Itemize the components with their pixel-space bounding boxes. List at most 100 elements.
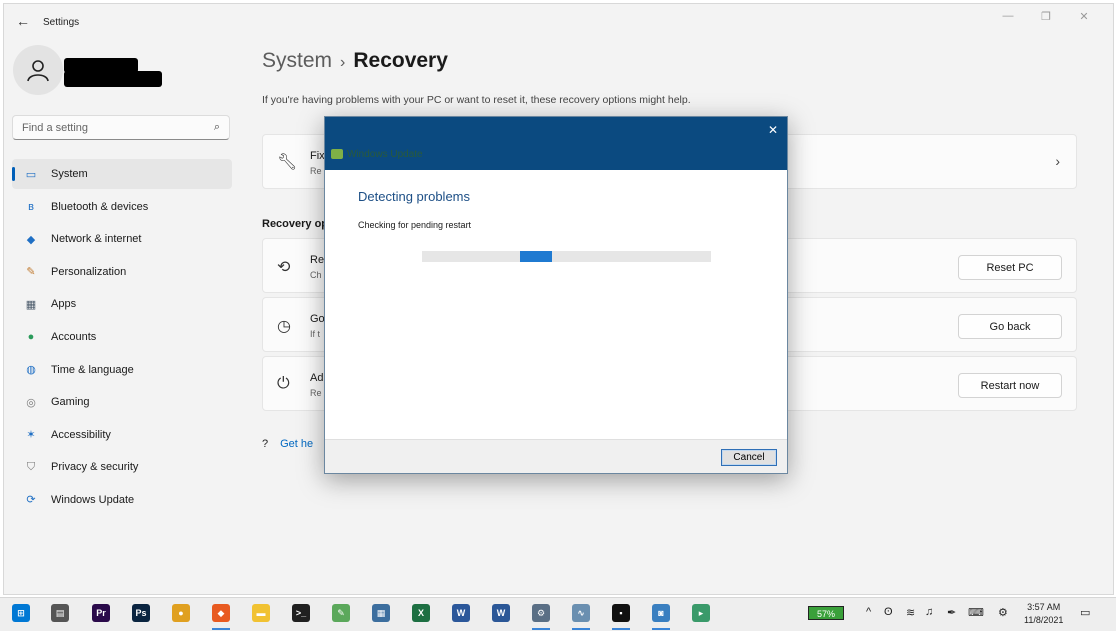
sidebar-item-label: Accounts bbox=[51, 330, 97, 343]
brush-icon: ✎ bbox=[26, 266, 36, 279]
sidebar-item-gaming[interactable]: ◎ Gaming bbox=[12, 387, 232, 417]
notepad-icon[interactable]: ✎ bbox=[332, 604, 350, 622]
maximize-icon[interactable]: ❐ bbox=[1027, 10, 1065, 23]
settings-icon[interactable]: ⚙ bbox=[532, 604, 550, 622]
dialog-footer: Cancel bbox=[325, 439, 787, 473]
page-title: Recovery bbox=[353, 49, 448, 72]
go-back-card-subtitle: If t bbox=[310, 329, 321, 339]
progress-bar bbox=[422, 251, 711, 262]
sidebar-item-bluetooth-devices[interactable]: ʙ Bluetooth & devices bbox=[12, 192, 232, 222]
progress-indicator bbox=[520, 251, 552, 262]
sidebar-item-system[interactable]: ▭ System bbox=[12, 159, 232, 189]
search-placeholder: Find a setting bbox=[22, 122, 89, 134]
wordpad-icon[interactable]: W bbox=[492, 604, 510, 622]
reset-card-subtitle: Ch bbox=[310, 270, 322, 280]
dialog-close-icon[interactable]: ✕ bbox=[768, 123, 778, 137]
premiere-icon[interactable]: Pr bbox=[92, 604, 110, 622]
get-help-link[interactable]: ? Get he bbox=[262, 438, 313, 450]
command-prompt-icon[interactable]: ▪ bbox=[612, 604, 630, 622]
sidebar-item-label: Privacy & security bbox=[51, 461, 139, 474]
breadcrumb: System › Recovery bbox=[262, 49, 448, 73]
running-indicator bbox=[532, 628, 550, 630]
file-explorer-icon[interactable]: ▬ bbox=[252, 604, 270, 622]
person-icon bbox=[27, 60, 49, 82]
chrome-icon[interactable]: ● bbox=[172, 604, 190, 622]
chevron-right-icon: › bbox=[1055, 153, 1060, 169]
search-input[interactable]: Find a setting ⌕ bbox=[12, 115, 230, 140]
clock[interactable]: 3:57 AM 11/8/2021 bbox=[1024, 601, 1063, 627]
running-indicator bbox=[572, 628, 590, 630]
sidebar-item-personalization[interactable]: ✎ Personalization bbox=[12, 257, 232, 287]
troubleshooter-icon[interactable]: ▸ bbox=[692, 604, 710, 622]
avatar[interactable] bbox=[13, 45, 63, 95]
advanced-card-title: Ad bbox=[310, 372, 324, 384]
minimize-icon[interactable]: — bbox=[989, 10, 1027, 23]
clock-date: 11/8/2021 bbox=[1024, 615, 1064, 625]
sidebar-item-network-internet[interactable]: ◆ Network & internet bbox=[12, 224, 232, 254]
bluetooth-tray-icon[interactable]: ʘ bbox=[884, 606, 893, 618]
sidebar-item-accounts[interactable]: ● Accounts bbox=[12, 322, 232, 352]
running-indicator bbox=[212, 628, 230, 630]
terminal-icon[interactable]: >_ bbox=[292, 604, 310, 622]
fix-card-title: Fix bbox=[310, 150, 325, 162]
breadcrumb-separator: › bbox=[340, 54, 346, 71]
bluetooth-icon: ʙ bbox=[28, 200, 34, 213]
globe-clock-icon: ◍ bbox=[26, 364, 36, 377]
running-indicator bbox=[652, 628, 670, 630]
cancel-button[interactable]: Cancel bbox=[721, 449, 777, 466]
sidebar-item-label: Gaming bbox=[51, 396, 90, 409]
section-label: Recovery op bbox=[262, 218, 329, 230]
brave-icon[interactable]: ◆ bbox=[212, 604, 230, 622]
control-panel-icon[interactable]: ◙ bbox=[652, 604, 670, 622]
chevron-up-icon[interactable]: ^ bbox=[866, 606, 871, 618]
reset-card-title: Re bbox=[310, 254, 325, 266]
gear-icon[interactable]: ⚙ bbox=[998, 606, 1008, 619]
clock-time: 3:57 AM bbox=[1027, 602, 1061, 612]
volume-muted-icon[interactable]: ♫ bbox=[925, 606, 933, 618]
excel-icon[interactable]: X bbox=[412, 604, 430, 622]
word-icon[interactable]: W bbox=[452, 604, 470, 622]
keyboard-icon[interactable]: ⌨ bbox=[968, 606, 984, 619]
taskbar: 57% ^ ʘ ≋ ♫ ✒ ⌨ ⚙ 3:57 AM 11/8/2021 ▭ ⊞ ▤… bbox=[0, 597, 1116, 631]
update-icon: ⟳ bbox=[26, 494, 36, 507]
sidebar-item-label: Time & language bbox=[51, 363, 134, 376]
go-back-button[interactable]: Go back bbox=[958, 314, 1062, 339]
search-icon: ⌕ bbox=[213, 121, 220, 133]
restart-now-button[interactable]: Restart now bbox=[958, 373, 1062, 398]
get-help-label: Get he bbox=[280, 438, 314, 450]
dialog-app-title: Windows Update bbox=[347, 149, 423, 160]
sidebar-item-privacy-security[interactable]: ⛉ Privacy & security bbox=[12, 452, 232, 482]
dialog-heading: Detecting problems bbox=[358, 189, 470, 204]
sidebar-item-label: Accessibility bbox=[51, 428, 111, 441]
reset-pc-icon: ⟲ bbox=[277, 259, 291, 276]
wifi-icon: ◆ bbox=[26, 233, 36, 246]
reset-pc-button[interactable]: Reset PC bbox=[958, 255, 1062, 280]
sidebar-item-time-language[interactable]: ◍ Time & language bbox=[12, 355, 232, 385]
sidebar-item-accessibility[interactable]: ✶ Accessibility bbox=[12, 420, 232, 450]
sidebar-nav: ▭ System ʙ Bluetooth & devices ◆ Network & in… bbox=[12, 159, 232, 518]
sidebar-item-label: Bluetooth & devices bbox=[51, 200, 149, 213]
sidebar-item-apps[interactable]: ▦ Apps bbox=[12, 289, 232, 319]
task-view-icon[interactable]: ▤ bbox=[51, 604, 69, 622]
title-bar: ← Settings — ❐ ✕ bbox=[4, 4, 1113, 40]
back-arrow-icon[interactable]: ← bbox=[16, 13, 30, 29]
help-icon: ? bbox=[262, 438, 269, 450]
running-indicator bbox=[612, 628, 630, 630]
photoshop-icon[interactable]: Ps bbox=[132, 604, 150, 622]
breadcrumb-parent[interactable]: System bbox=[262, 49, 332, 72]
sidebar-item-windows-update[interactable]: ⟳ Windows Update bbox=[12, 485, 232, 515]
wifi-tray-icon[interactable]: ≋ bbox=[906, 606, 915, 619]
advanced-startup-icon: ⏻ bbox=[277, 375, 290, 392]
start-icon[interactable]: ⊞ bbox=[12, 604, 30, 622]
app-title: Settings bbox=[43, 17, 80, 28]
calculator-icon[interactable]: ▦ bbox=[372, 604, 390, 622]
gamepad-icon: ◎ bbox=[26, 396, 36, 409]
sidebar-item-label: Apps bbox=[51, 298, 77, 311]
resource-monitor-icon[interactable]: ∿ bbox=[572, 604, 590, 622]
close-icon[interactable]: ✕ bbox=[1065, 10, 1103, 23]
notification-icon[interactable]: ▭ bbox=[1080, 606, 1090, 619]
dialog-status: Checking for pending restart bbox=[358, 220, 472, 230]
accessibility-icon: ✶ bbox=[26, 429, 36, 442]
pen-icon[interactable]: ✒ bbox=[947, 606, 956, 619]
battery-indicator[interactable]: 57% bbox=[808, 606, 844, 620]
